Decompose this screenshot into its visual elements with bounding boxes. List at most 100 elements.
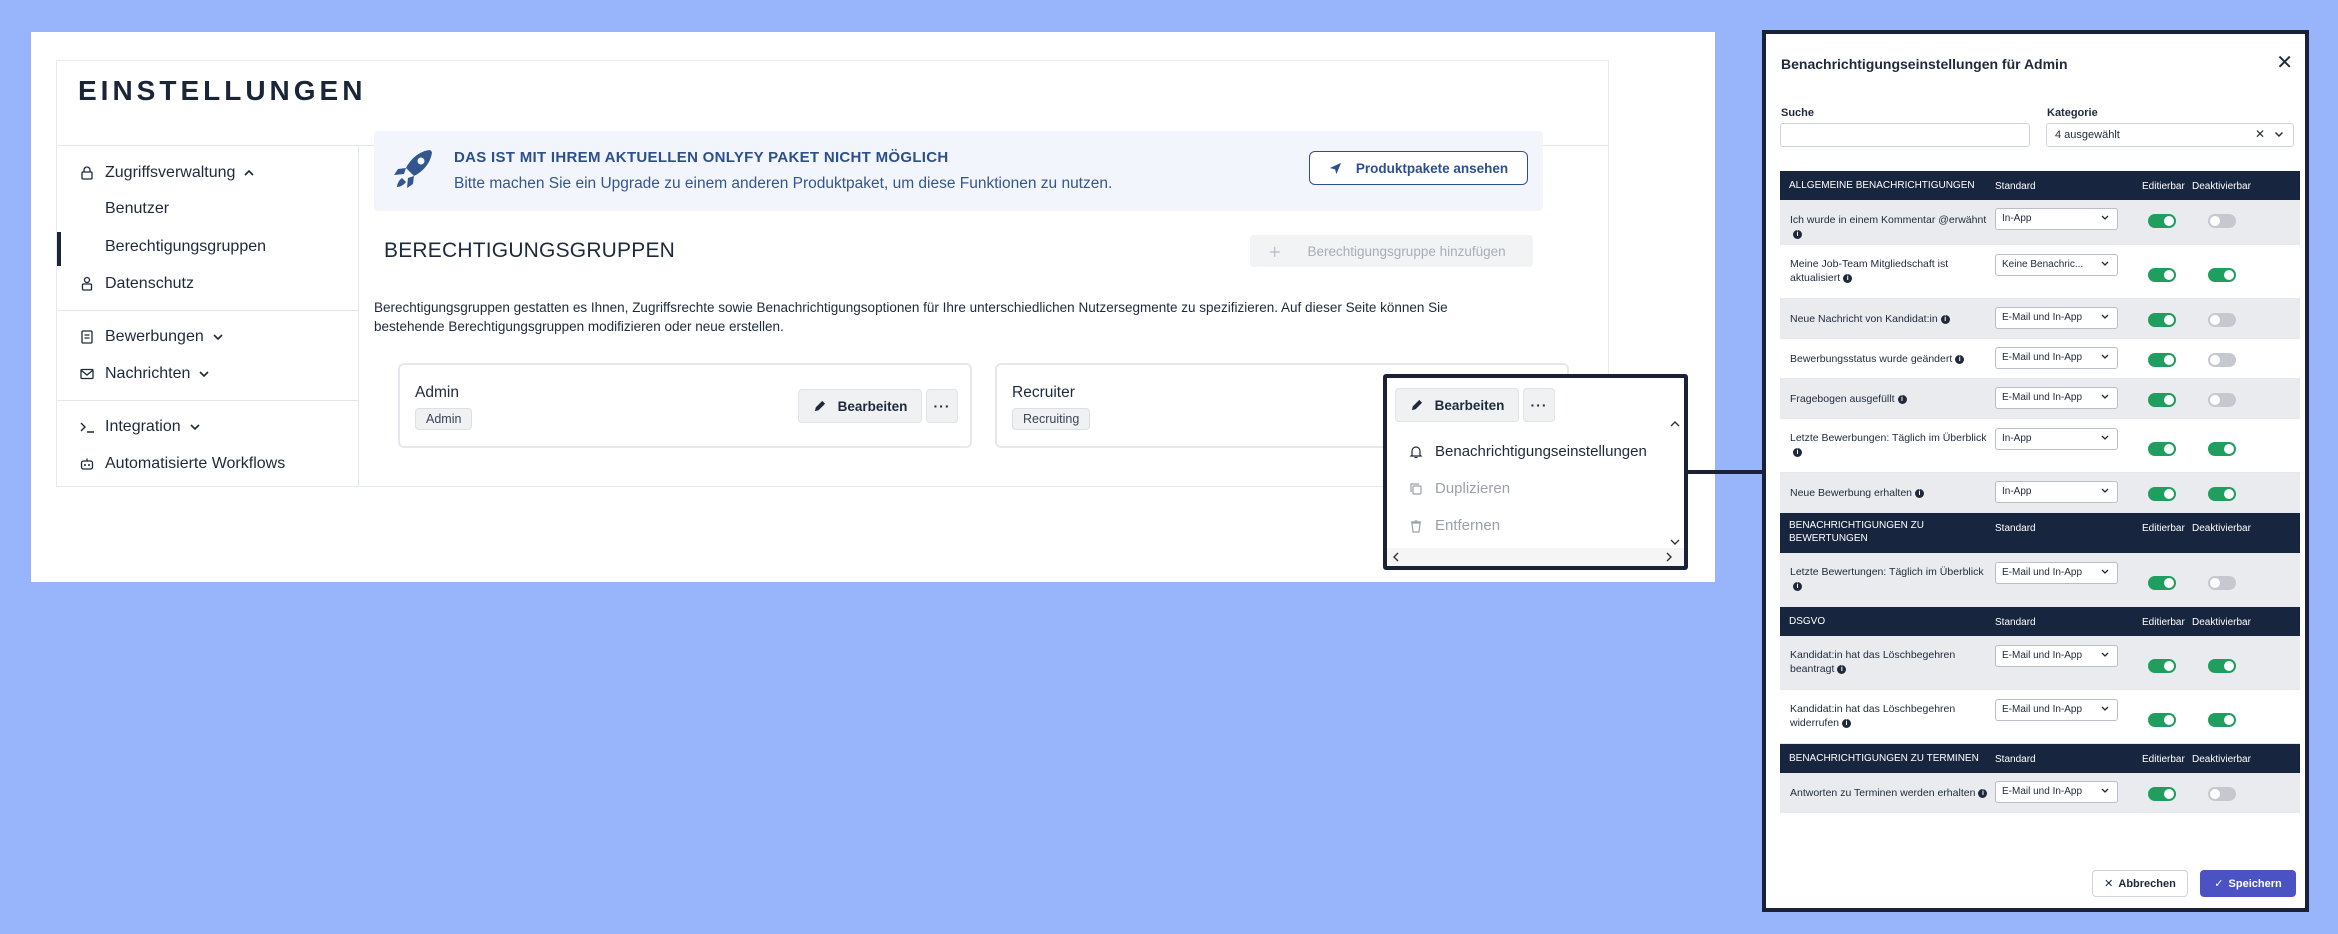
standard-select[interactable]: E-Mail und In-App [1995, 645, 2118, 667]
row-label-text: Ich wurde in einem Kommentar @erwähnt [1790, 214, 1987, 226]
sidebar-item-label: Zugriffsverwaltung [105, 164, 236, 181]
sidebar-item-integration[interactable]: Integration [80, 418, 201, 436]
divider [57, 400, 358, 401]
disable-toggle[interactable] [2208, 393, 2236, 407]
editable-toggle[interactable] [2148, 393, 2176, 407]
info-icon[interactable]: i [1940, 314, 1950, 324]
chevron-down-icon [2101, 435, 2109, 440]
disable-toggle[interactable] [2208, 576, 2236, 590]
menu-item-notifications[interactable]: Benachrichtigungseinstellungen [1435, 443, 1647, 460]
chevron-down-icon [2275, 132, 2283, 137]
sidebar-item-users[interactable]: Benutzer [105, 200, 169, 218]
save-button[interactable]: ✓ Speichern [2200, 870, 2296, 897]
disable-toggle[interactable] [2208, 313, 2236, 327]
more-button[interactable]: ··· [926, 389, 958, 423]
table-section-header: BENACHRICHTIGUNGEN ZU BEWERTUNGEN Standar… [1780, 513, 2300, 553]
privacy-icon [81, 276, 93, 291]
disable-toggle[interactable] [2208, 442, 2236, 456]
button-label: Berechtigungsgruppe hinzufügen [1307, 243, 1506, 259]
section-title: ALLGEMEINE BENACHRICHTIGUNGEN [1789, 180, 1975, 191]
select-value: E-Mail und In-App [2002, 312, 2083, 323]
sidebar-item-workflows[interactable]: Automatisierte Workflows [80, 455, 285, 473]
standard-select[interactable]: E-Mail und In-App [1995, 347, 2118, 369]
editable-toggle[interactable] [2148, 713, 2176, 727]
select-value: E-Mail und In-App [2002, 567, 2083, 578]
scrollbar-vertical[interactable] [1666, 418, 1684, 548]
info-icon[interactable]: i [1793, 581, 1802, 591]
editable-toggle[interactable] [2148, 268, 2176, 282]
button-label: Speichern [2228, 877, 2282, 890]
sidebar-item-privacy[interactable]: Datenschutz [81, 275, 194, 293]
editable-toggle[interactable] [2148, 787, 2176, 801]
sidebar-item-applications[interactable]: Bewerbungen [81, 328, 224, 346]
search-input[interactable] [1780, 123, 2030, 147]
sidebar-item-label: Datenschutz [105, 275, 194, 292]
editable-toggle[interactable] [2148, 659, 2176, 673]
sidebar-item-groups[interactable]: Berechtigungsgruppen [105, 238, 266, 256]
scroll-up-icon [1670, 421, 1680, 427]
row-label-text: Kandidat:in hat das Löschbegehren widerr… [1790, 703, 1956, 729]
close-icon[interactable]: ✕ [2276, 50, 2293, 75]
info-icon[interactable]: i [1915, 488, 1925, 498]
disable-toggle[interactable] [2208, 487, 2236, 501]
disable-toggle[interactable] [2208, 787, 2236, 801]
column-editable: Editierbar [2142, 617, 2185, 628]
info-icon[interactable]: i [1793, 229, 1802, 239]
section-description: Berechtigungsgruppen gestatten es Ihnen,… [374, 300, 1448, 334]
row-label-text: Letzte Bewerbungen: Täglich im Überblick [1790, 432, 1987, 444]
standard-select[interactable]: In-App [1995, 481, 2118, 503]
standard-select[interactable]: E-Mail und In-App [1995, 562, 2118, 584]
menu-item-duplicate[interactable]: Duplizieren [1435, 480, 1510, 497]
disable-toggle[interactable] [2208, 659, 2236, 673]
editable-toggle[interactable] [2148, 353, 2176, 367]
more-button[interactable]: ··· [1523, 388, 1555, 422]
chevron-down-icon [199, 371, 209, 378]
view-packages-button[interactable]: Produktpakete ansehen [1309, 151, 1528, 185]
column-disable: Deaktivierbar [2192, 617, 2251, 628]
standard-select[interactable]: In-App [1995, 208, 2118, 230]
edit-button[interactable]: Bearbeiten [1395, 388, 1519, 422]
row-label: Bewerbungsstatus wurde geändert i [1790, 352, 1990, 366]
cancel-button[interactable]: ✕ Abbrechen [2092, 870, 2188, 897]
info-icon[interactable]: i [1955, 354, 1965, 364]
sidebar-item-access[interactable]: Zugriffsverwaltung [81, 164, 255, 182]
info-icon[interactable]: i [1897, 394, 1907, 404]
info-icon[interactable]: i [1837, 664, 1847, 674]
editable-toggle[interactable] [2148, 313, 2176, 327]
standard-select[interactable]: E-Mail und In-App [1995, 781, 2118, 803]
sidebar-item-messages[interactable]: Nachrichten [80, 365, 210, 383]
button-label: Bearbeiten [837, 398, 908, 414]
modal-title: Benachrichtigungseinstellungen für Admin [1781, 56, 2068, 72]
row-label-text: Letzte Bewertungen: Täglich im Überblick [1790, 566, 1984, 578]
add-group-button[interactable]: ＋ Berechtigungsgruppe hinzufügen [1250, 235, 1533, 267]
info-icon[interactable]: i [1793, 447, 1802, 457]
scrollbar-horizontal[interactable] [1387, 548, 1684, 566]
clear-icon[interactable]: ✕ [2255, 127, 2265, 141]
select-value: E-Mail und In-App [2002, 704, 2083, 715]
editable-toggle[interactable] [2148, 442, 2176, 456]
info-icon[interactable]: i [1843, 273, 1853, 283]
edit-button[interactable]: Bearbeiten [798, 389, 922, 423]
table-row: Antworten zu Terminen werden erhalten i E-… [1780, 773, 2300, 813]
menu-item-remove[interactable]: Entfernen [1435, 517, 1500, 534]
category-select[interactable]: 4 ausgewählt ✕ [2046, 123, 2294, 147]
banner-text: Bitte machen Sie ein Upgrade zu einem an… [454, 175, 1113, 192]
row-label: Neue Bewerbung erhalten i [1790, 486, 1990, 500]
editable-toggle[interactable] [2148, 487, 2176, 501]
standard-select[interactable]: E-Mail und In-App [1995, 699, 2118, 721]
disable-toggle[interactable] [2208, 713, 2236, 727]
editable-toggle[interactable] [2148, 576, 2176, 590]
row-label: Antworten zu Terminen werden erhalten i [1790, 786, 1990, 800]
column-disable: Deaktivierbar [2192, 754, 2251, 765]
info-icon[interactable]: i [1842, 718, 1852, 728]
editable-toggle[interactable] [2148, 214, 2176, 228]
standard-select[interactable]: In-App [1995, 428, 2118, 450]
info-icon[interactable]: i [1978, 788, 1988, 798]
standard-select[interactable]: E-Mail und In-App [1995, 387, 2118, 409]
disable-toggle[interactable] [2208, 353, 2236, 367]
page-title: EINSTELLUNGEN [78, 75, 367, 106]
standard-select[interactable]: Keine Benachric... [1995, 254, 2118, 276]
disable-toggle[interactable] [2208, 214, 2236, 228]
standard-select[interactable]: E-Mail und In-App [1995, 307, 2118, 329]
disable-toggle[interactable] [2208, 268, 2236, 282]
